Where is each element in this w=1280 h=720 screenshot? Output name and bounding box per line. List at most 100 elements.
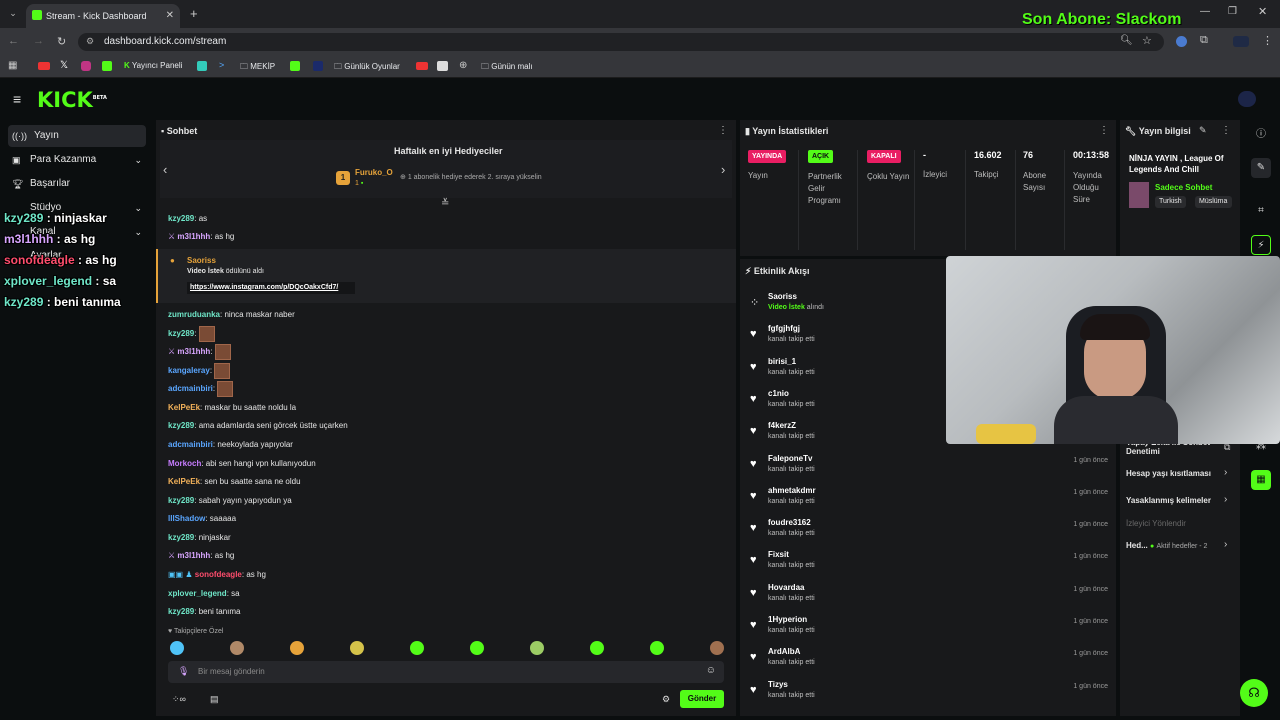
activity-item[interactable]: ♥ Hovardaa kanalı takip etti 1 gün önce: [746, 581, 1116, 611]
tab-close-icon[interactable]: ✕: [166, 4, 174, 28]
activity-item[interactable]: ♥ ahmetakdmr kanalı takip etti 1 gün önce: [746, 484, 1116, 514]
bookmark-gunluk-oyunlar[interactable]: 🗀 Günlük Oyunlar: [334, 61, 400, 75]
chevron-right-icon[interactable]: ›: [1224, 494, 1227, 505]
forward-icon[interactable]: →: [33, 35, 44, 47]
emote-5[interactable]: [470, 641, 484, 655]
reward-user[interactable]: Saoriss: [187, 256, 216, 265]
moderation-account-age[interactable]: Hesap yaşı kısıtlaması: [1126, 469, 1211, 478]
support-headset-icon[interactable]: ☊: [1240, 679, 1268, 707]
emote-7[interactable]: [590, 641, 604, 655]
activity-item[interactable]: ♥ foudre3162 kanalı takip etti 1 gün önce: [746, 516, 1116, 546]
bookmark-yayinci-paneli[interactable]: K Yayıncı Paneli: [124, 61, 182, 70]
pencil-icon[interactable]: ✎: [1251, 158, 1271, 178]
kick-logo[interactable]: KICKBETA: [37, 88, 107, 112]
gifters-prev-icon[interactable]: ‹: [163, 162, 167, 177]
sidebar-item-basarilar[interactable]: 🏆︎ Başarılar: [8, 173, 146, 195]
apps-grid-icon[interactable]: ▦: [8, 60, 17, 71]
activity-user[interactable]: Hovardaa: [768, 583, 804, 592]
gifters-next-icon[interactable]: ›: [721, 162, 725, 177]
microphone-icon[interactable]: 🎙︎: [178, 666, 189, 677]
tag[interactable]: Turkish: [1155, 196, 1186, 208]
info-icon[interactable]: ⓘ: [1251, 125, 1271, 145]
extensions-puzzle-icon[interactable]: ⧉: [1200, 34, 1208, 47]
activity-user[interactable]: c1nio: [768, 389, 789, 398]
activity-user[interactable]: ArdAlbA: [768, 647, 800, 656]
emote-9[interactable]: [710, 641, 724, 655]
activity-item[interactable]: ♥ Tizys kanalı takip etti 1 gün önce: [746, 678, 1116, 708]
moderation-banned-words[interactable]: Yasaklanmış kelimeler: [1126, 496, 1211, 505]
bookmark-app-icon[interactable]: [197, 61, 207, 71]
bookmark-blue-icon[interactable]: [313, 61, 323, 71]
activity-user[interactable]: fgfgjhfgj: [768, 324, 800, 333]
gifter-name[interactable]: Furuko_O: [355, 168, 393, 177]
chat-input[interactable]: 🎙︎ Bir mesaj gönderin ☺: [168, 661, 724, 683]
chat-more-icon[interactable]: ⋮: [718, 125, 728, 136]
emote-1[interactable]: [230, 641, 244, 655]
edit-icon[interactable]: ✎: [1199, 125, 1207, 136]
activity-item[interactable]: ♥ Fixsit kanalı takip etti 1 gün önce: [746, 548, 1116, 578]
maximize-icon[interactable]: ❐: [1228, 6, 1237, 17]
bookmark-star-icon[interactable]: ☆: [1142, 34, 1152, 47]
activity-item[interactable]: ♥ 1Hyperion kanalı takip etti 1 gün önce: [746, 613, 1116, 643]
user-avatar[interactable]: [1238, 91, 1256, 107]
crop-icon[interactable]: ⌗: [1251, 201, 1271, 221]
back-icon[interactable]: ←: [8, 35, 19, 47]
activity-user[interactable]: FaleponeTv: [768, 454, 812, 463]
calendar-icon[interactable]: ▦: [1251, 470, 1271, 490]
sidebar-item-yayin[interactable]: ((·)) Yayın: [8, 125, 146, 147]
category-name[interactable]: Sadece Sohbet: [1155, 183, 1212, 192]
emoji-icon[interactable]: ☺: [706, 665, 716, 676]
menu-icon[interactable]: ≡: [13, 91, 21, 107]
tag[interactable]: Müslüma: [1195, 196, 1232, 208]
bookmark-mekip[interactable]: 🗀 MEKİP: [240, 61, 275, 75]
instagram-bookmark-icon[interactable]: [81, 61, 91, 71]
youtube-bookmark-icon[interactable]: [38, 62, 50, 70]
info-more-icon[interactable]: ⋮: [1221, 125, 1231, 136]
kick-bookmark-icon-2[interactable]: [290, 61, 300, 71]
activity-user[interactable]: ahmetakdmr: [768, 486, 816, 495]
activity-user[interactable]: f4kerzZ: [768, 421, 796, 430]
activity-user[interactable]: 1Hyperion: [768, 615, 807, 624]
browser-tab[interactable]: Stream - Kick Dashboard ✕: [26, 4, 180, 28]
chevron-right-icon[interactable]: ›: [1224, 539, 1227, 550]
extension-icon[interactable]: [1176, 36, 1187, 47]
lightning-icon[interactable]: ⚡︎: [1251, 235, 1271, 255]
new-tab-icon[interactable]: +: [190, 6, 198, 21]
activity-user[interactable]: foudre3162: [768, 518, 811, 527]
emote-2[interactable]: [290, 641, 304, 655]
reload-icon[interactable]: ↻: [57, 35, 66, 48]
bookmark-arrow-icon[interactable]: >: [219, 60, 224, 70]
activity-user[interactable]: birisi_1: [768, 357, 796, 366]
activity-item[interactable]: ♥ FaleponeTv kanalı takip etti 1 gün önce: [746, 452, 1116, 482]
x-bookmark-icon[interactable]: 𝕏: [60, 60, 68, 71]
minimize-icon[interactable]: —: [1200, 6, 1210, 17]
kick-bookmark-icon[interactable]: [102, 61, 112, 71]
reward-link[interactable]: https://www.instagram.com/p/DQcOakxCfd7/: [187, 282, 355, 294]
stats-more-icon[interactable]: ⋮: [1099, 125, 1109, 136]
emote-4[interactable]: [410, 641, 424, 655]
youtube-bookmark-icon-2[interactable]: [416, 62, 428, 70]
collapse-icon[interactable]: ≚: [441, 198, 449, 209]
emote-6[interactable]: [530, 641, 544, 655]
profile-avatar[interactable]: [1233, 36, 1249, 47]
zoom-icon[interactable]: 🔍︎: [1120, 35, 1133, 46]
site-info-icon[interactable]: ⚙: [86, 36, 94, 47]
chat-settings-icon[interactable]: ⚙: [662, 694, 670, 705]
emote-heart[interactable]: [170, 641, 184, 655]
points-icon[interactable]: ⁘∞: [172, 694, 186, 705]
sidebar-item-para-kazanma[interactable]: ▣ Para Kazanma ⌄: [8, 149, 146, 171]
activity-user[interactable]: Tizys: [768, 680, 788, 689]
bookmark-image-icon[interactable]: [437, 61, 448, 71]
window-close-icon[interactable]: ✕: [1258, 5, 1267, 18]
store-icon[interactable]: ▤: [210, 694, 219, 705]
bookmark-gunun-mali[interactable]: 🗀 Günün malı: [481, 61, 533, 75]
activity-user[interactable]: Saoriss: [768, 292, 797, 301]
tab-list-icon[interactable]: ⌄: [6, 8, 20, 22]
goals-row[interactable]: Hed... ● Aktif hedefler - 2: [1126, 541, 1207, 550]
activity-item[interactable]: ♥ ArdAlbA kanalı takip etti 1 gün önce: [746, 645, 1116, 675]
chevron-right-icon[interactable]: ›: [1224, 467, 1227, 478]
activity-user[interactable]: Fixsit: [768, 550, 789, 559]
browser-menu-icon[interactable]: ⋮: [1262, 34, 1273, 47]
emote-8[interactable]: [650, 641, 664, 655]
send-button[interactable]: Gönder: [680, 690, 724, 708]
